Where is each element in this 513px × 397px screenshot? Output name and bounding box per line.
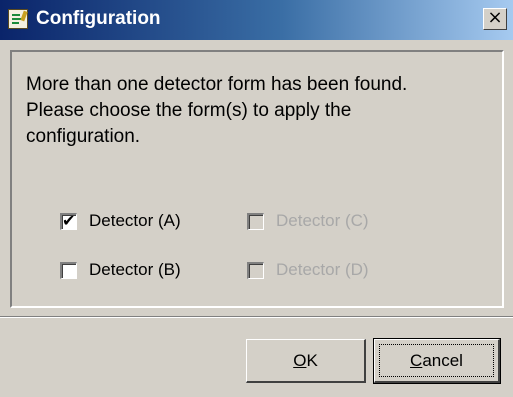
checkbox-box[interactable] — [247, 261, 264, 279]
checkbox-label: Detector (B) — [89, 260, 181, 279]
checkbox-detector-d[interactable]: Detector (D) — [247, 260, 369, 280]
check-icon: ✔ — [62, 210, 76, 230]
content-panel: More than one detector form has been fou… — [10, 50, 504, 308]
title-bar[interactable]: Configuration × — [0, 0, 513, 40]
config-app-icon — [8, 9, 28, 29]
message-line-3: configuration. — [26, 126, 141, 147]
checkbox-box[interactable]: ✔ — [60, 210, 77, 230]
close-icon: × — [487, 7, 503, 28]
ok-accelerator: O — [293, 350, 307, 370]
close-button[interactable]: × — [483, 8, 507, 30]
checkbox-detector-b[interactable]: Detector (B) — [60, 260, 181, 280]
checkbox-detector-a[interactable]: ✔ Detector (A) — [60, 211, 181, 231]
message-text: More than one detector form has been fou… — [26, 72, 506, 150]
checkbox-box[interactable] — [60, 261, 77, 279]
footer-divider — [0, 316, 513, 318]
checkbox-label: Detector (D) — [276, 260, 369, 279]
message-line-1: More than one detector form has been fou… — [26, 74, 408, 95]
window-title: Configuration — [36, 8, 161, 29]
checkbox-label: Detector (C) — [276, 211, 369, 230]
checkbox-box[interactable] — [247, 212, 264, 230]
ok-label: K — [306, 350, 318, 370]
focus-rectangle — [379, 344, 494, 377]
checkbox-label: Detector (A) — [89, 211, 181, 230]
cancel-button[interactable]: Cancel — [373, 338, 501, 384]
message-line-2: Please choose the form(s) to apply the — [26, 100, 352, 121]
ok-button[interactable]: OK — [246, 339, 366, 383]
configuration-dialog: Configuration × More than one detector f… — [0, 0, 513, 397]
checkbox-detector-c[interactable]: Detector (C) — [247, 211, 369, 231]
